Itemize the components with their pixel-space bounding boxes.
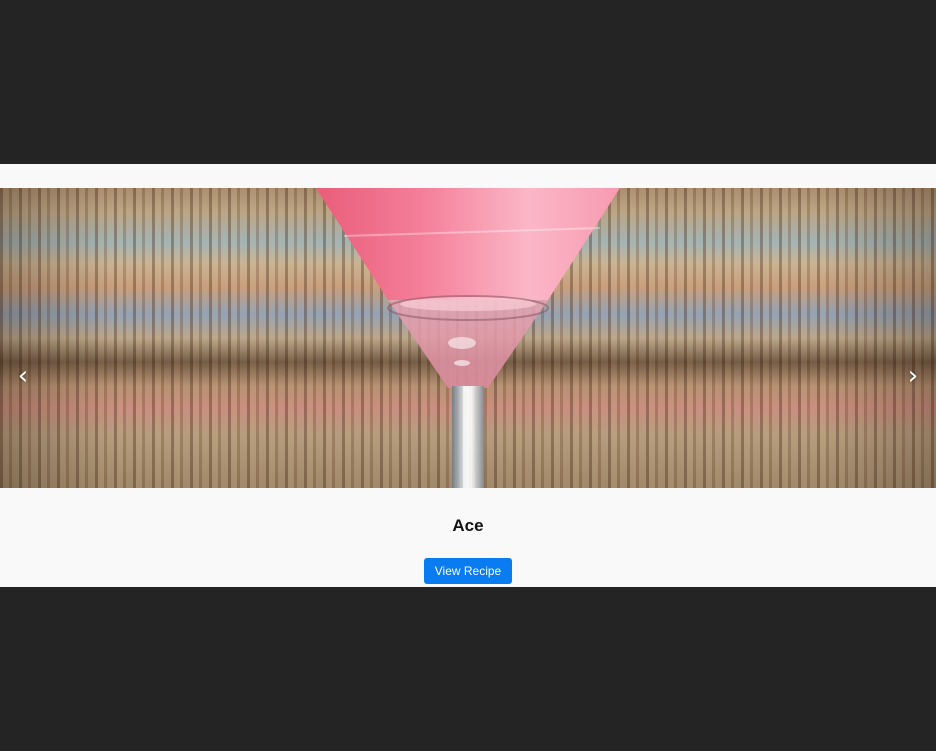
chevron-right-icon: ›	[907, 361, 919, 391]
chevron-left-icon: ‹	[17, 361, 29, 391]
prev-slide-button[interactable]: ‹	[8, 361, 38, 391]
cocktail-title: Ace	[452, 516, 484, 535]
cocktail-carousel: ‹ › Ace View Recipe	[0, 164, 936, 587]
cocktail-image	[0, 188, 936, 488]
next-slide-button[interactable]: ›	[898, 361, 928, 391]
martini-glass-graphic	[316, 188, 620, 488]
view-recipe-button[interactable]: View Recipe	[424, 558, 512, 584]
page: ‹ › Ace View Recipe	[0, 0, 936, 751]
